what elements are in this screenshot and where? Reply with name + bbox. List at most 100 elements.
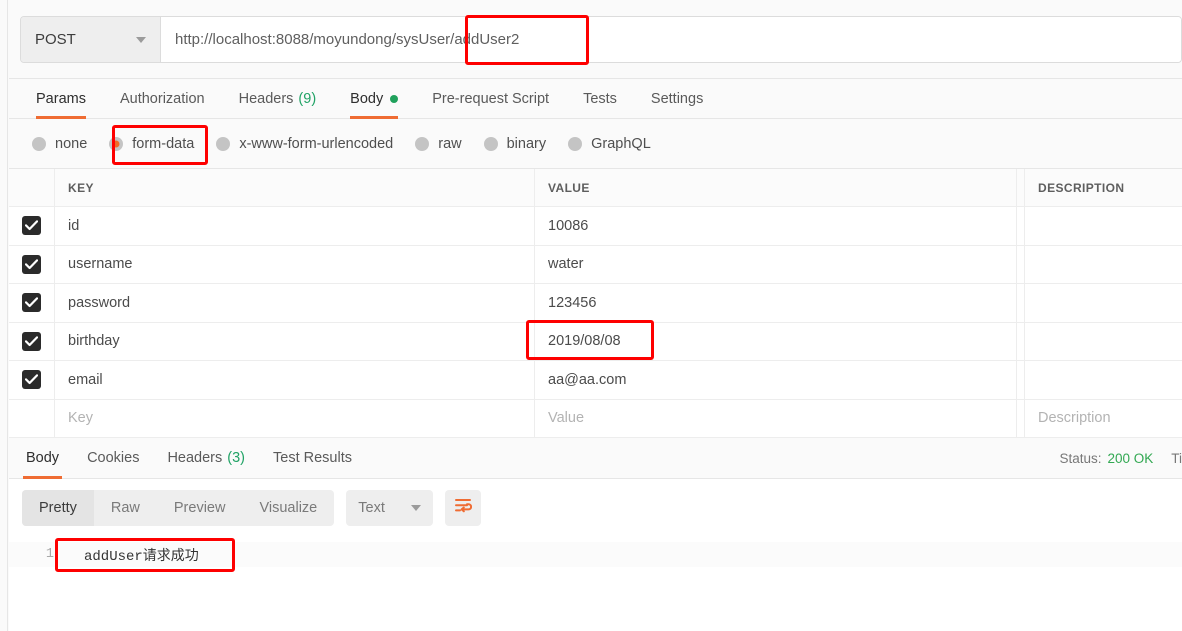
view-mode-raw[interactable]: Raw [94, 490, 157, 526]
table-row: id 10086 [9, 207, 1182, 246]
response-tab-body[interactable]: Body [12, 438, 73, 479]
body-type-binary[interactable]: binary [483, 135, 547, 152]
chevron-down-icon [411, 505, 422, 511]
line-number: 1 [45, 547, 54, 562]
response-body-text: addUser请求成功 [84, 548, 199, 565]
new-row-value-input[interactable]: Value [535, 399, 1017, 437]
request-url-input[interactable]: http://localhost:8088/moyundong/sysUser/… [161, 17, 1181, 62]
tab-label: Headers [167, 450, 223, 466]
body-type-label: x-www-form-urlencoded [239, 135, 394, 152]
row-value-value: 123456 [548, 294, 597, 311]
response-tab-cookies[interactable]: Cookies [73, 438, 153, 479]
body-type-radio-group: none form-data x-www-form-urlencoded raw… [9, 119, 1182, 169]
checkbox-checked-icon[interactable] [22, 293, 41, 313]
tab-settings[interactable]: Settings [634, 79, 720, 119]
table-row: email aa@aa.com [9, 361, 1182, 400]
status-label: Status: [1059, 451, 1102, 466]
view-mode-label: Visualize [259, 500, 318, 516]
tab-label: Settings [650, 90, 704, 107]
view-mode-label: Raw [110, 500, 140, 516]
row-spacer-cell [1017, 207, 1025, 245]
radio-selected-icon [109, 136, 124, 151]
column-header-key: KEY [68, 180, 94, 195]
body-type-label: binary [506, 135, 547, 152]
row-checkbox-cell[interactable] [9, 284, 55, 322]
new-row-value-placeholder: Value [548, 410, 585, 427]
table-header-row: KEY VALUE DESCRIPTION [9, 169, 1182, 207]
row-checkbox-cell[interactable] [9, 245, 55, 283]
body-type-form-data[interactable]: form-data [109, 136, 194, 152]
view-mode-preview[interactable]: Preview [157, 490, 243, 526]
response-tab-headers[interactable]: Headers (3) [153, 438, 259, 479]
time-label: Ti [1171, 451, 1182, 466]
response-tab-test-results[interactable]: Test Results [259, 438, 366, 479]
row-value-cell[interactable]: 10086 [535, 207, 1017, 245]
tab-label: Params [36, 90, 86, 107]
body-type-x-www-form-urlencoded[interactable]: x-www-form-urlencoded [216, 136, 393, 152]
new-row-description-input[interactable]: Description [1025, 400, 1182, 438]
row-checkbox-cell[interactable] [9, 322, 55, 360]
row-description-cell[interactable] [1025, 284, 1182, 322]
row-description-cell[interactable] [1025, 246, 1182, 284]
row-key-cell[interactable]: id [55, 207, 535, 245]
row-key-value: birthday [68, 333, 120, 350]
tab-pre-request-script[interactable]: Pre-request Script [415, 79, 566, 119]
status-badge: 200 OK [1107, 451, 1154, 466]
response-format-select[interactable]: Text [346, 490, 434, 526]
tab-label: Cookies [87, 450, 140, 466]
tab-tests[interactable]: Tests [566, 79, 634, 119]
new-row-checkbox-cell [9, 399, 55, 437]
row-value-value: 2019/08/08 [548, 333, 621, 350]
row-value-value: 10086 [548, 217, 589, 234]
checkbox-checked-icon[interactable] [22, 370, 41, 390]
row-value-cell[interactable]: aa@aa.com [535, 361, 1017, 399]
left-gutter [0, 0, 8, 631]
checkbox-checked-icon[interactable] [22, 331, 41, 351]
row-key-cell[interactable]: email [55, 361, 535, 399]
chevron-down-icon [136, 36, 146, 43]
row-value-value: aa@aa.com [548, 371, 627, 388]
row-key-cell[interactable]: password [55, 284, 535, 322]
word-wrap-button[interactable] [445, 490, 482, 526]
table-row: password 123456 [9, 284, 1182, 323]
row-value-cell[interactable]: 2019/08/08 [535, 322, 1017, 360]
body-type-none[interactable]: none [32, 136, 87, 152]
http-method-value: POST [35, 31, 76, 48]
column-header-value: VALUE [548, 180, 590, 195]
tab-body[interactable]: Body [333, 79, 415, 119]
row-key-value: username [68, 256, 133, 273]
checkbox-checked-icon[interactable] [22, 216, 41, 236]
body-type-graphql[interactable]: GraphQL [568, 136, 651, 152]
row-value-cell[interactable]: water [535, 245, 1017, 283]
request-tabs: Params Authorization Headers (9) Body Pr… [9, 79, 1182, 119]
view-mode-visualize[interactable]: Visualize [242, 490, 334, 526]
response-view-toolbar: Pretty Raw Preview Visualize Text [9, 479, 1182, 537]
row-checkbox-cell[interactable] [9, 207, 55, 245]
tab-headers[interactable]: Headers (9) [222, 79, 334, 119]
tab-label: Pre-request Script [432, 90, 550, 107]
row-key-cell[interactable]: username [55, 245, 535, 283]
row-key-value: password [68, 294, 131, 311]
new-row-spacer-cell [1017, 399, 1025, 437]
header-value-cell: VALUE [535, 169, 1017, 206]
form-data-table: KEY VALUE DESCRIPTION id 10086 username … [9, 169, 1182, 438]
tab-label: Test Results [273, 450, 352, 466]
body-type-raw[interactable]: raw [415, 136, 462, 152]
row-value-cell[interactable]: 123456 [535, 284, 1017, 322]
table-row: birthday 2019/08/08 [9, 322, 1182, 361]
request-url-value: http://localhost:8088/moyundong/sysUser/… [175, 31, 520, 48]
tab-params[interactable]: Params [19, 79, 103, 119]
checkbox-checked-icon[interactable] [22, 254, 41, 274]
new-row-key-input[interactable]: Key [55, 399, 535, 437]
row-description-cell[interactable] [1025, 361, 1182, 399]
tab-authorization[interactable]: Authorization [103, 79, 222, 119]
response-body-viewer[interactable]: 1 addUser请求成功 [9, 537, 1182, 631]
row-checkbox-cell[interactable] [9, 361, 55, 399]
view-mode-pretty[interactable]: Pretty [22, 490, 94, 526]
row-description-cell[interactable] [1025, 207, 1182, 245]
tab-count: (9) [298, 90, 317, 107]
row-key-cell[interactable]: birthday [55, 322, 535, 360]
request-url-bar: POST http://localhost:8088/moyundong/sys… [9, 0, 1182, 79]
row-description-cell[interactable] [1025, 323, 1182, 361]
http-method-select[interactable]: POST [21, 17, 161, 62]
